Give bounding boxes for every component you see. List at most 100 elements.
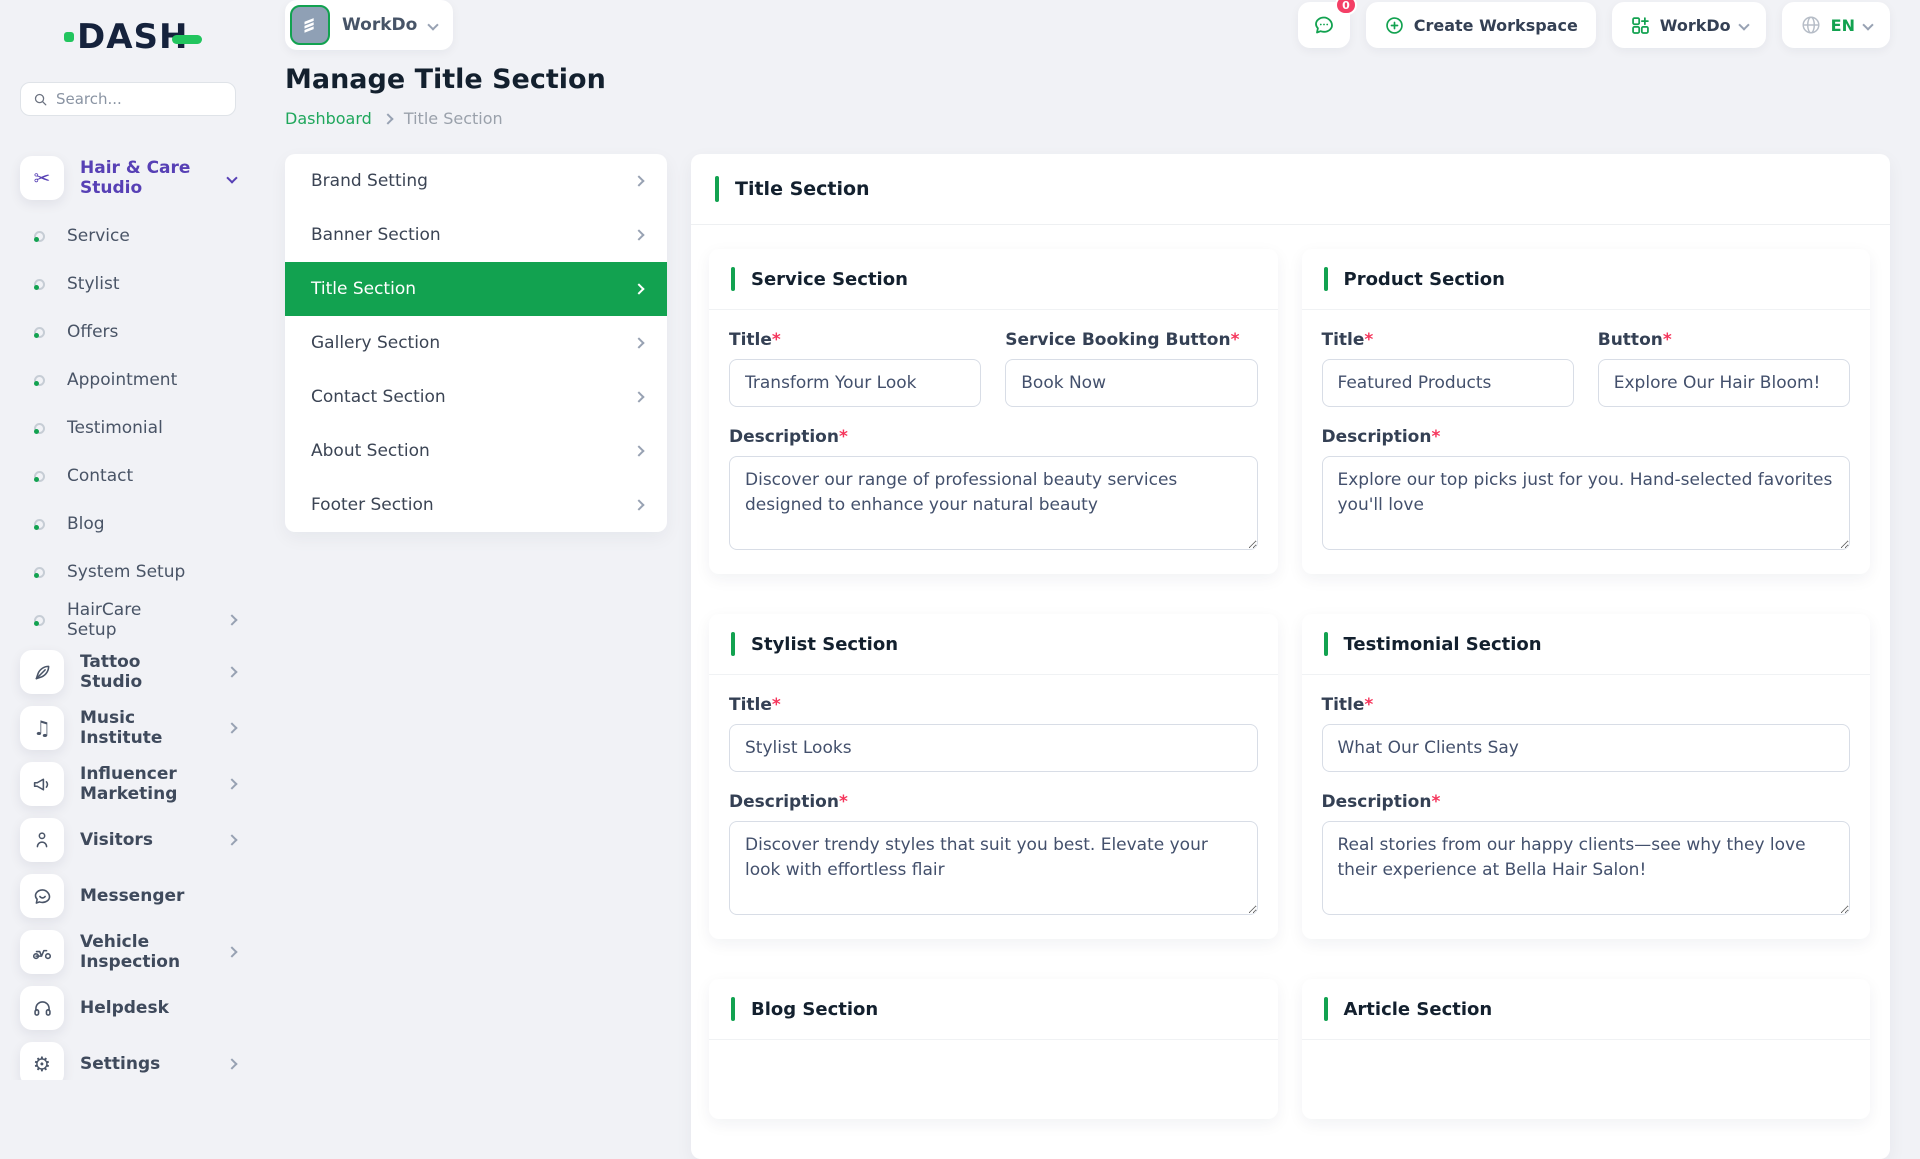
service-booking-button-input[interactable] [1005, 359, 1258, 407]
chevron-right-icon [382, 112, 394, 125]
blog-section-card: Blog Section [709, 979, 1278, 1119]
chevron-right-icon [226, 946, 238, 958]
field-label: Description* [1321, 427, 1441, 447]
breadcrumb: Dashboard Title Section [285, 109, 1890, 128]
sidebar-group-label: Messenger [80, 886, 185, 906]
menu-item-gallery-section[interactable]: Gallery Section [285, 316, 667, 370]
breadcrumb-dashboard-link[interactable]: Dashboard [285, 109, 372, 128]
testimonial-title-input[interactable] [1321, 724, 1850, 772]
service-title-input[interactable] [729, 359, 982, 407]
required-marker: * [838, 792, 848, 812]
chevron-right-icon [633, 445, 645, 457]
app-logo[interactable]: DASH [20, 0, 236, 74]
sidebar-group-tattoo-studio[interactable]: Tattoo Studio [20, 644, 238, 700]
search-icon [34, 93, 47, 105]
bullet-icon [34, 422, 45, 434]
menu-item-title-section[interactable]: Title Section [285, 262, 667, 316]
chevron-right-icon [226, 722, 238, 734]
sidebar-item-service[interactable]: Service [20, 212, 236, 260]
field-label: Description* [1321, 792, 1441, 812]
sidebar-item-offers[interactable]: Offers [20, 308, 236, 356]
sidebar-item-label: Offers [67, 322, 119, 342]
field-label: Button* [1597, 330, 1672, 350]
bullet-icon [34, 518, 45, 530]
field-label: Description* [729, 792, 848, 812]
accent-bar [1323, 997, 1328, 1021]
create-workspace-button[interactable]: Create Workspace [1365, 2, 1596, 48]
breadcrumb-current: Title Section [403, 109, 503, 128]
workspace-selector[interactable]: WorkDo [285, 0, 454, 50]
menu-item-banner-section[interactable]: Banner Section [285, 208, 667, 262]
scissors-icon: ✂ [20, 156, 64, 200]
sidebar-item-haircare-setup[interactable]: HairCare Setup [20, 596, 238, 644]
menu-item-contact-section[interactable]: Contact Section [285, 370, 667, 424]
card-title: Stylist Section [751, 633, 899, 655]
menu-item-brand-setting[interactable]: Brand Setting [285, 154, 667, 208]
stylist-title-input[interactable] [729, 724, 1258, 772]
card-title: Article Section [1343, 998, 1493, 1020]
logo-dot-icon [64, 32, 74, 42]
card-title: Blog Section [751, 998, 879, 1020]
required-marker: * [1364, 330, 1374, 350]
page-content: Manage Title Section Dashboard Title Sec… [254, 50, 1920, 1159]
sidebar-search[interactable] [20, 82, 236, 116]
messages-button[interactable]: 0 [1297, 0, 1357, 48]
chevron-right-icon [633, 175, 645, 187]
menu-item-about-section[interactable]: About Section [285, 424, 667, 478]
service-description-textarea[interactable]: Discover our range of professional beaut… [729, 456, 1258, 550]
menu-item-footer-section[interactable]: Footer Section [285, 478, 667, 532]
product-title-input[interactable] [1321, 359, 1574, 407]
sidebar-item-label: Service [67, 226, 130, 246]
bullet-icon [34, 614, 45, 626]
stylist-description-textarea[interactable]: Discover trendy styles that suit you bes… [729, 821, 1258, 915]
language-code: EN [1830, 15, 1855, 35]
search-input[interactable] [55, 90, 223, 108]
sidebar-item-blog[interactable]: Blog [20, 500, 236, 548]
card-title: Product Section [1343, 268, 1505, 290]
sidebar-group-label: Music Institute [80, 708, 163, 748]
sidebar-group-helpdesk[interactable]: Helpdesk [20, 980, 236, 1036]
language-dropdown[interactable]: EN [1781, 2, 1890, 48]
chevron-down-icon [1738, 19, 1750, 31]
chevron-right-icon [226, 614, 238, 626]
sidebar-group-visitors[interactable]: Visitors [20, 812, 238, 868]
sidebar-item-appointment[interactable]: Appointment [20, 356, 236, 404]
product-button-input[interactable] [1597, 359, 1850, 407]
panel-title: Title Section [735, 178, 870, 200]
sidebar-item-contact[interactable]: Contact [20, 452, 236, 500]
sidebar-item-testimonial[interactable]: Testimonial [20, 404, 236, 452]
menu-item-label: Contact Section [311, 387, 446, 407]
required-marker: * [771, 330, 781, 350]
chevron-right-icon [226, 778, 238, 790]
sidebar-group-music-institute[interactable]: ♫ Music Institute [20, 700, 238, 756]
card-header: Testimonial Section [1301, 614, 1870, 675]
testimonial-description-textarea[interactable]: Real stories from our happy clients—see … [1321, 821, 1850, 915]
field-label: Title* [729, 330, 781, 350]
sidebar-group-label: Visitors [80, 830, 153, 850]
sidebar-item-stylist[interactable]: Stylist [20, 260, 236, 308]
accent-bar [731, 267, 735, 291]
menu-item-label: Gallery Section [311, 333, 441, 353]
plus-circle-icon [1385, 16, 1403, 34]
sidebar-group-label: Tattoo Studio [80, 652, 143, 692]
sidebar-group-messenger[interactable]: Messenger [20, 868, 236, 924]
required-marker: * [771, 695, 781, 715]
sidebar-group-influencer-marketing[interactable]: Influencer Marketing [20, 756, 238, 812]
sidebar-group-hair-care-studio[interactable]: ✂ Hair & Care Studio [20, 156, 238, 200]
grid-plus-icon [1631, 16, 1649, 34]
required-marker: * [838, 427, 848, 447]
sidebar-item-label: Contact [67, 466, 134, 486]
sidebar-item-system-setup[interactable]: System Setup [20, 548, 236, 596]
chevron-right-icon [633, 391, 645, 403]
chat-icon [20, 874, 64, 918]
product-description-textarea[interactable]: Explore our top picks just for you. Hand… [1321, 456, 1850, 550]
field-label: Title* [1321, 330, 1374, 350]
sidebar-group-vehicle-inspection[interactable]: Vehicle Inspection [20, 924, 238, 980]
sidebar-group-label: Hair & Care Studio [80, 158, 191, 198]
required-marker: * [1662, 330, 1672, 350]
notification-badge: 0 [1335, 0, 1357, 15]
field-label: Title* [729, 695, 781, 715]
sidebar-group-settings[interactable]: ⚙ Settings [20, 1036, 238, 1080]
app-menu-dropdown[interactable]: WorkDo [1611, 2, 1766, 48]
sidebar-group-label: Settings [80, 1054, 161, 1074]
